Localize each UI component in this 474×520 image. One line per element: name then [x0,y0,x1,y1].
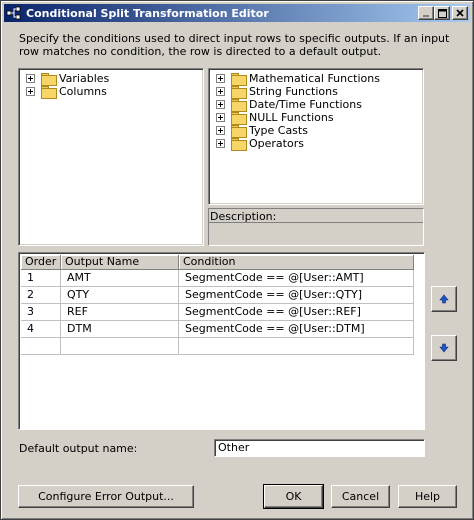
window-title: Conditional Split Transformation Editor [26,6,269,20]
expand-icon[interactable] [216,87,225,96]
tree-item-label: Columns [59,85,107,98]
arrow-up-icon [439,294,449,304]
expand-icon[interactable] [216,74,225,83]
expand-icon[interactable] [216,126,225,135]
default-output-label: Default output name: [19,442,138,455]
minimize-button[interactable] [418,6,434,20]
output-name-cell[interactable]: QTY [61,287,179,304]
tree-item-type-casts[interactable]: Type Casts [216,124,308,138]
move-down-button[interactable] [431,335,457,361]
new-row-output-name-cell[interactable] [61,338,179,355]
arrow-down-icon [439,343,449,353]
maximize-button[interactable] [434,6,450,20]
tree-item-label: Operators [249,137,304,150]
title-buttons [418,6,468,20]
title-bar[interactable]: Conditional Split Transformation Editor [4,4,470,22]
folder-icon [41,86,57,99]
tree-item-label: Mathematical Functions [249,72,380,85]
help-button[interactable]: Help [398,485,457,508]
folder-icon [231,73,247,86]
output-name-cell[interactable]: AMT [61,270,179,287]
folder-icon [231,125,247,138]
tree-item-columns[interactable]: Columns [26,85,107,99]
tree-item-label: String Functions [249,85,338,98]
default-output-name-input[interactable]: Other [214,439,425,457]
tree-item-operators[interactable]: Operators [216,137,304,151]
tree-item-variables[interactable]: Variables [26,72,110,86]
folder-icon [231,138,247,151]
column-header-output-name[interactable]: Output Name [61,255,179,270]
variables-columns-tree[interactable]: Variables Columns [18,68,204,246]
instructions-text: Specify the conditions used to direct in… [19,32,450,58]
order-cell[interactable]: 4 [21,321,61,338]
maximize-icon [437,8,447,18]
expand-icon[interactable] [26,87,35,96]
expand-icon[interactable] [26,74,35,83]
close-icon [456,9,464,17]
tree-item-string-functions[interactable]: String Functions [216,85,338,99]
tree-item-datetime-functions[interactable]: Date/Time Functions [216,98,362,112]
tree-item-label: Variables [59,72,110,85]
configure-error-output-button[interactable]: Configure Error Output... [18,485,194,508]
cancel-button[interactable]: Cancel [331,485,390,508]
new-row-order-cell[interactable] [21,338,61,355]
expand-icon[interactable] [216,139,225,148]
functions-tree[interactable]: Mathematical Functions String Functions … [208,68,424,205]
close-button[interactable] [452,6,468,20]
folder-icon [231,99,247,112]
output-name-cell[interactable]: REF [61,304,179,321]
folder-icon [231,86,247,99]
condition-cell[interactable]: SegmentCode == @[User::REF] [179,304,414,321]
tree-item-mathematical-functions[interactable]: Mathematical Functions [216,72,380,86]
tree-item-label: NULL Functions [249,111,334,124]
conditions-grid[interactable]: Order Output Name Condition 1 AMT Segmen… [18,252,425,430]
expand-icon[interactable] [216,113,225,122]
new-row-condition-cell[interactable] [179,338,414,355]
condition-cell[interactable]: SegmentCode == @[User::DTM] [179,321,414,338]
condition-cell[interactable]: SegmentCode == @[User::AMT] [179,270,414,287]
description-divider [209,222,423,223]
column-header-condition[interactable]: Condition [179,255,414,270]
move-up-button[interactable] [431,286,457,312]
condition-cell[interactable]: SegmentCode == @[User::QTY] [179,287,414,304]
order-cell[interactable]: 3 [21,304,61,321]
expand-icon[interactable] [216,100,225,109]
tree-item-label: Date/Time Functions [249,98,362,111]
tree-item-null-functions[interactable]: NULL Functions [216,111,334,125]
output-name-cell[interactable]: DTM [61,321,179,338]
tree-item-label: Type Casts [249,124,308,137]
order-cell[interactable]: 1 [21,270,61,287]
column-header-order[interactable]: Order [21,255,61,270]
folder-icon [41,73,57,86]
order-cell[interactable]: 2 [21,287,61,304]
minimize-icon [423,15,429,17]
conditional-split-icon [6,6,21,20]
dialog-window: Conditional Split Transformation Editor … [0,0,474,520]
folder-icon [231,112,247,125]
ok-button[interactable]: OK [263,484,324,509]
